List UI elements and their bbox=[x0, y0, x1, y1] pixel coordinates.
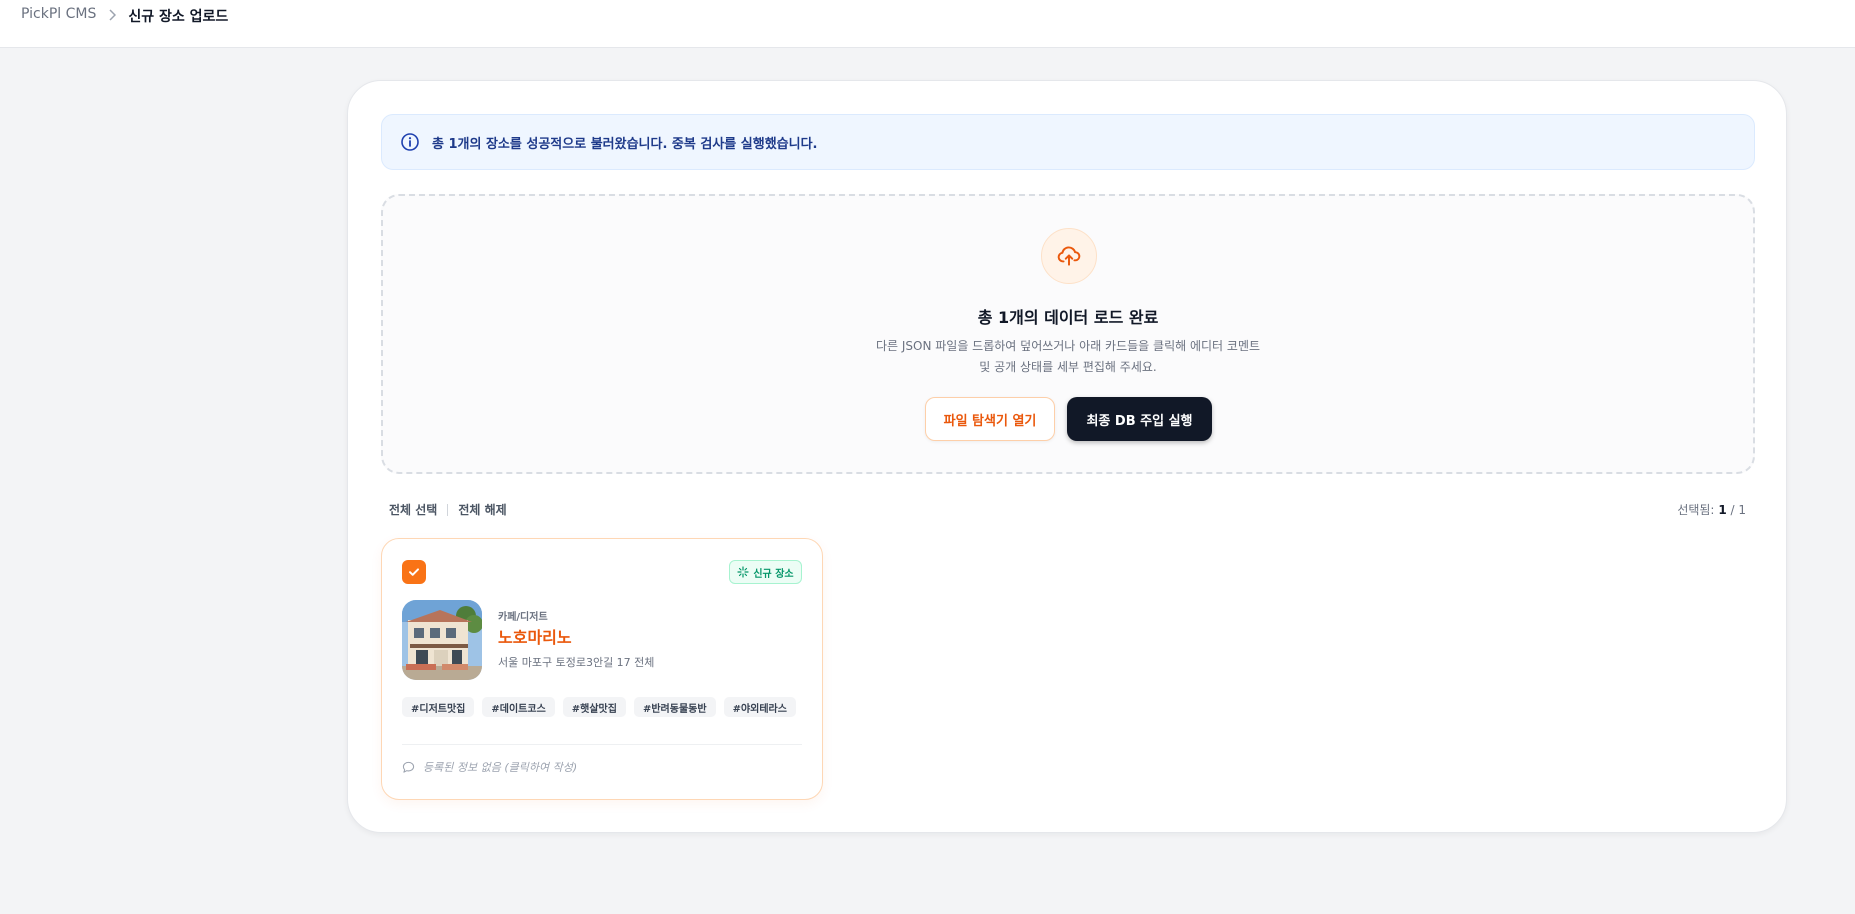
file-dropzone[interactable]: 총 1개의 데이터 로드 완료 다른 JSON 파일을 드롭하여 덮어쓰거나 아… bbox=[381, 194, 1755, 474]
place-address: 서울 마포구 토정로3안길 17 전체 bbox=[498, 656, 655, 669]
chat-bubble-icon bbox=[402, 761, 415, 773]
open-file-explorer-button[interactable]: 파일 탐색기 열기 bbox=[925, 397, 1055, 441]
selected-count: 선택됨: 1 / 1 bbox=[1677, 501, 1746, 518]
selection-controls: 전체 선택 전체 해제 bbox=[389, 501, 507, 518]
editor-comment[interactable]: 등록된 정보 없음 (클릭하여 작성) bbox=[402, 759, 577, 775]
execute-db-insert-button[interactable]: 최종 DB 주입 실행 bbox=[1067, 397, 1212, 441]
dropzone-description: 다른 JSON 파일을 드롭하여 덮어쓰거나 아래 카드들을 클릭해 에디터 코… bbox=[868, 336, 1268, 378]
check-icon bbox=[409, 568, 419, 576]
card-divider bbox=[402, 744, 802, 745]
place-category: 카페/디저트 bbox=[498, 612, 548, 623]
deselect-all-button[interactable]: 전체 해제 bbox=[458, 501, 506, 518]
card-checkbox[interactable] bbox=[402, 560, 426, 584]
upload-cloud-icon bbox=[1041, 228, 1097, 284]
info-alert: 총 1개의 장소를 성공적으로 불러왔습니다. 중복 검사를 실행했습니다. bbox=[381, 114, 1755, 170]
selected-count-label: 선택됨: bbox=[1677, 503, 1715, 517]
tag-chip: #햇살맛집 bbox=[562, 697, 626, 717]
breadcrumb-current: 신규 장소 업로드 bbox=[128, 9, 229, 25]
dropzone-desc-line2: 및 공개 상태를 세부 편집해 주세요. bbox=[979, 360, 1157, 374]
selected-count-total: / 1 bbox=[1730, 503, 1747, 517]
top-header: PickPl CMS 신규 장소 업로드 bbox=[0, 0, 1855, 48]
dropzone-desc-line1: 다른 JSON 파일을 드롭하여 덮어쓰거나 아래 카드들을 클릭해 에디터 코… bbox=[875, 339, 1261, 353]
selection-divider bbox=[447, 503, 449, 516]
selected-count-value: 1 bbox=[1718, 503, 1727, 517]
tag-chip: #야외테라스 bbox=[723, 697, 796, 717]
alert-message: 총 1개의 장소를 성공적으로 불러왔습니다. 중복 검사를 실행했습니다. bbox=[432, 136, 818, 152]
tag-chip: #디저트맛집 bbox=[402, 697, 475, 717]
place-name: 노호마리노 bbox=[498, 628, 572, 647]
dropzone-title: 총 1개의 데이터 로드 완료 bbox=[977, 308, 1159, 327]
upload-panel: 총 1개의 장소를 성공적으로 불러왔습니다. 중복 검사를 실행했습니다. 총… bbox=[347, 80, 1787, 833]
sparkle-icon bbox=[737, 566, 749, 578]
chevron-right-icon bbox=[108, 6, 117, 24]
tag-chip: #반려동물동반 bbox=[633, 697, 716, 717]
breadcrumb-root[interactable]: PickPl CMS bbox=[21, 6, 96, 22]
new-place-badge: 신규 장소 bbox=[729, 560, 802, 584]
info-icon bbox=[400, 132, 420, 152]
tag-list: #디저트맛집 #데이트코스 #햇살맛집 #반려동물동반 #야외테라스 bbox=[402, 697, 796, 717]
select-all-button[interactable]: 전체 선택 bbox=[389, 501, 437, 518]
editor-comment-text: 등록된 정보 없음 (클릭하여 작성) bbox=[423, 761, 578, 774]
new-place-badge-label: 신규 장소 bbox=[753, 568, 794, 580]
place-card[interactable]: 신규 장소 카페/디저트 노호마리노 서울 마포구 토정로3안길 17 전체 #… bbox=[381, 538, 823, 800]
tag-chip: #데이트코스 bbox=[482, 697, 555, 717]
place-thumbnail bbox=[402, 600, 482, 680]
